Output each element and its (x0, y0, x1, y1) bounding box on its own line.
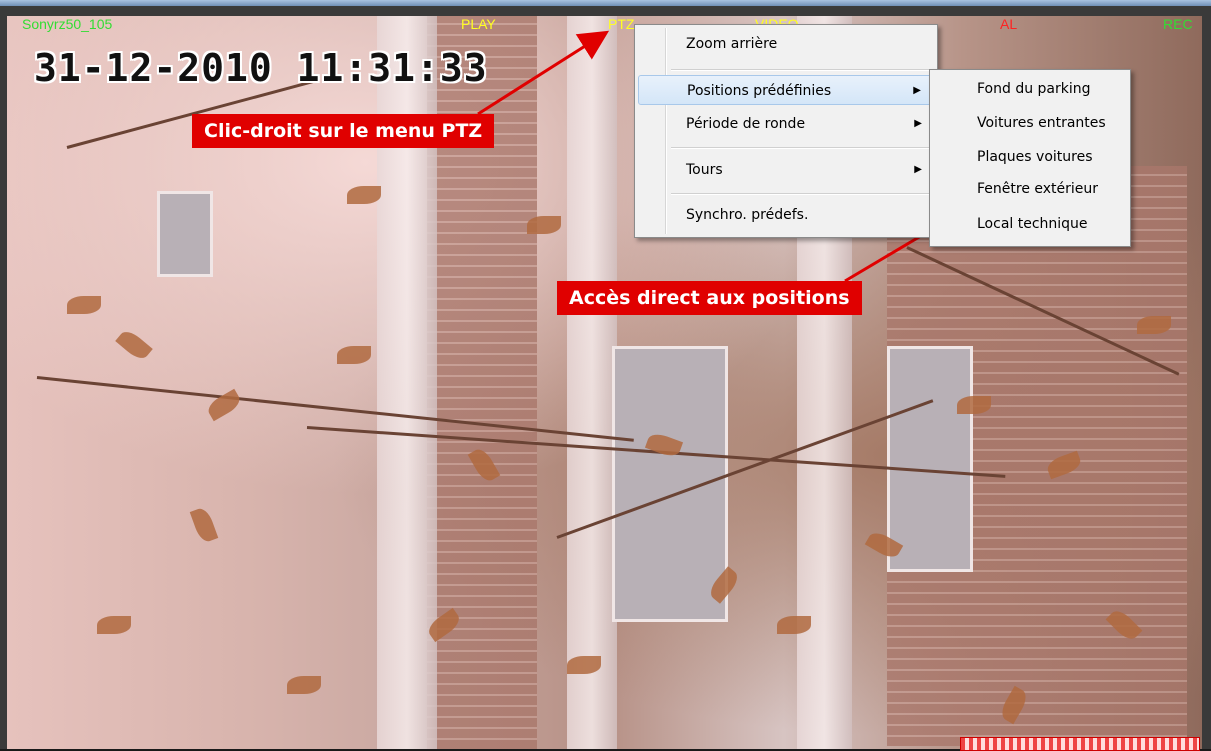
menu-separator (671, 193, 933, 195)
callout-direct-access: Accès direct aux positions (557, 281, 862, 315)
video-timestamp: 31-12-2010 11:31:33 (34, 46, 488, 90)
ptz-menu[interactable]: PTZ (608, 16, 634, 32)
menu-separator (671, 147, 933, 149)
leaf (527, 216, 561, 234)
leaf (97, 616, 131, 634)
preset-item-parking-back[interactable]: Fond du parking (933, 74, 1127, 104)
preset-positions-submenu: Fond du parking Voitures entrantes Plaqu… (929, 69, 1131, 247)
building-window (612, 346, 728, 622)
preset-item-technical-room[interactable]: Local technique (933, 209, 1127, 239)
leaf (777, 616, 811, 634)
menu-item-patrol-period[interactable]: Période de ronde ▶ (638, 109, 934, 139)
menu-item-tours[interactable]: Tours ▶ (638, 155, 934, 185)
menu-separator (671, 69, 933, 71)
alarm-menu[interactable]: AL (1000, 16, 1017, 32)
menu-item-label: Positions prédéfinies (687, 83, 832, 99)
building-window (887, 346, 973, 572)
ptz-context-menu: Zoom arrière Positions prédéfinies ▶ Pér… (634, 24, 938, 238)
leaf (567, 656, 601, 674)
building-window (157, 191, 213, 277)
menu-item-label: Zoom arrière (686, 36, 778, 52)
window-title-bar (0, 0, 1211, 6)
menu-item-zoom-out[interactable]: Zoom arrière (638, 29, 934, 59)
leaf (189, 505, 219, 545)
leaf (957, 396, 991, 414)
record-menu[interactable]: REC (1163, 16, 1193, 32)
camera-name-label: Sonyrz50_105 (22, 16, 113, 32)
submenu-arrow-icon: ▶ (913, 85, 921, 96)
leaf (337, 346, 371, 364)
preset-item-license-plates[interactable]: Plaques voitures (933, 142, 1127, 172)
preset-item-incoming-cars[interactable]: Voitures entrantes (933, 108, 1127, 138)
menu-item-preset-positions[interactable]: Positions prédéfinies ▶ (638, 75, 934, 105)
play-menu[interactable]: PLAY (461, 16, 496, 32)
leaf (347, 186, 381, 204)
leaf (67, 296, 101, 314)
preset-item-outside-window[interactable]: Fenêtre extérieur (933, 174, 1127, 204)
menu-item-label: Synchro. prédefs. (686, 207, 809, 223)
callout-right-click: Clic-droit sur le menu PTZ (192, 114, 495, 148)
menu-item-label: Période de ronde (686, 116, 806, 132)
leaf (115, 327, 153, 363)
submenu-arrow-icon: ▶ (914, 164, 922, 175)
submenu-arrow-icon: ▶ (914, 118, 922, 129)
leaf (287, 676, 321, 694)
menu-item-sync-presets[interactable]: Synchro. prédefs. (638, 200, 934, 230)
leaf (1137, 316, 1171, 334)
menu-item-label: Tours (686, 162, 723, 178)
building-column (567, 16, 617, 749)
application-window: Sonyrz50_105 PLAY PTZ VIDEO AL REC 31-12… (0, 0, 1211, 751)
tree-branch (36, 376, 634, 442)
